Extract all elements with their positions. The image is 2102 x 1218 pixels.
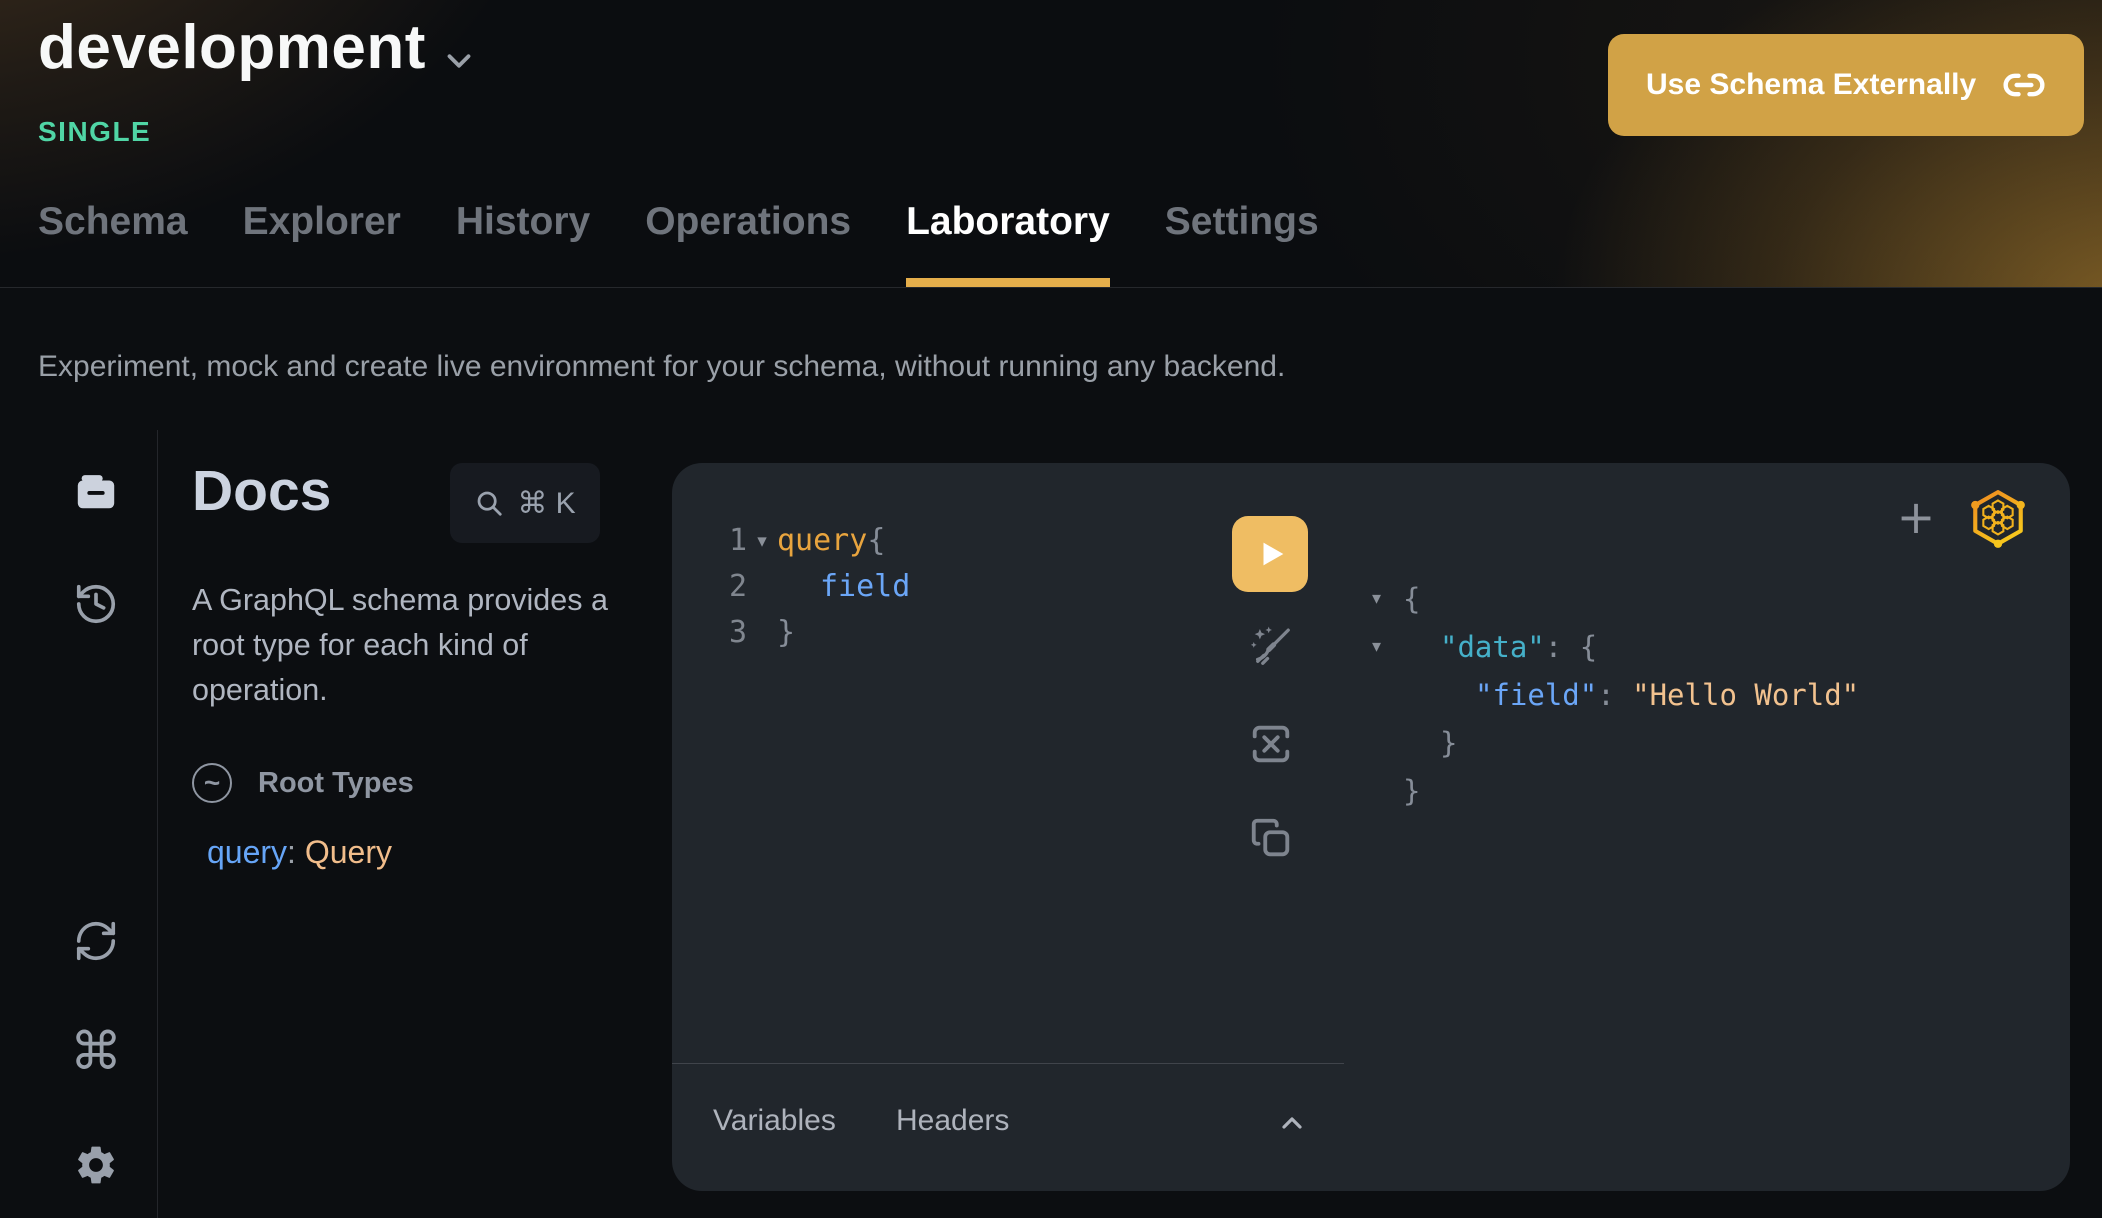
query-line-2: 2 field — [672, 564, 910, 610]
use-schema-externally-button[interactable]: Use Schema Externally — [1608, 34, 2084, 136]
settings-button[interactable] — [73, 1142, 119, 1188]
response-line-5: } — [1372, 767, 1859, 815]
copy-query-button[interactable] — [1248, 815, 1294, 861]
copy-icon — [1248, 815, 1294, 861]
root-field-name: query — [207, 834, 287, 870]
add-tab-button[interactable]: + — [1894, 489, 1938, 545]
play-icon — [1255, 537, 1289, 571]
tab-settings[interactable]: Settings — [1165, 194, 1319, 287]
refresh-icon — [73, 918, 119, 964]
root-types-section: ~ Root Types — [192, 763, 414, 803]
response-line-4: } — [1372, 719, 1859, 767]
tab-headers[interactable]: Headers — [896, 1104, 1009, 1138]
refresh-schema-button[interactable] — [73, 918, 119, 964]
use-schema-externally-label: Use Schema Externally — [1646, 68, 1976, 102]
tab-schema[interactable]: Schema — [38, 194, 188, 287]
root-type-query-link[interactable]: query: Query — [207, 834, 392, 871]
tab-variables[interactable]: Variables — [713, 1104, 836, 1138]
execute-query-button[interactable] — [1232, 516, 1308, 592]
docs-book-icon — [73, 469, 119, 515]
response-line-3: "field": "Hello World" — [1372, 671, 1859, 719]
query-line-3: 3 } — [672, 610, 910, 656]
response-line-2: ▾ "data": { — [1372, 623, 1859, 671]
response-viewer: ▾ { ▾ "data": { "field": "Hello World" }… — [1372, 575, 1859, 815]
history-icon — [73, 581, 119, 627]
graphiql-editor-card: 1 ▾ query{ 2 field 3 } — [672, 463, 2070, 1191]
command-icon: ⌘ — [70, 1029, 122, 1075]
prettify-sparkle-brush-icon — [1248, 624, 1294, 670]
docs-plugin-button[interactable] — [73, 469, 119, 515]
hive-logo-icon[interactable] — [1970, 488, 2026, 550]
single-badge: SINGLE — [38, 116, 151, 148]
merge-icon — [1248, 721, 1294, 767]
line-number: 2 — [672, 564, 747, 610]
docs-search-button[interactable]: ⌘ K — [450, 463, 600, 543]
chevron-down-icon[interactable] — [440, 42, 478, 80]
merge-fragments-button[interactable] — [1248, 721, 1294, 767]
query-editor[interactable]: 1 ▾ query{ 2 field 3 } — [672, 518, 910, 656]
fold-arrow-icon[interactable]: ▾ — [1372, 575, 1403, 623]
link-icon — [2002, 63, 2046, 107]
query-line-1: 1 ▾ query{ — [672, 518, 910, 564]
response-line-1: ▾ { — [1372, 575, 1859, 623]
gear-icon — [73, 1142, 119, 1188]
fold-arrow-icon[interactable]: ▾ — [747, 518, 777, 564]
tab-explorer[interactable]: Explorer — [243, 194, 401, 287]
plus-icon: + — [1897, 490, 1936, 544]
shortcuts-button[interactable]: ⌘ — [73, 1029, 119, 1075]
chevron-up-icon[interactable] — [1276, 1107, 1308, 1139]
target-name-title[interactable]: development — [38, 12, 426, 83]
page-header: development SINGLE Use Schema Externally… — [0, 0, 2102, 288]
tab-operations[interactable]: Operations — [645, 194, 851, 287]
search-icon — [474, 488, 504, 518]
docs-intro-text: A GraphQL schema provides a root type fo… — [192, 578, 637, 713]
tab-laboratory[interactable]: Laboratory — [906, 194, 1110, 287]
prettify-query-button[interactable] — [1248, 624, 1294, 670]
root-type-name[interactable]: Query — [305, 834, 392, 870]
laboratory-page: development SINGLE Use Schema Externally… — [0, 0, 2102, 1218]
root-types-icon: ~ — [192, 763, 232, 803]
tab-history[interactable]: History — [456, 194, 590, 287]
search-shortcut-label: ⌘ K — [517, 486, 575, 521]
history-plugin-button[interactable] — [73, 581, 119, 627]
editor-footer-divider — [672, 1063, 1344, 1064]
sidebar-divider — [157, 430, 158, 1218]
root-types-label: Root Types — [258, 767, 414, 800]
line-number: 1 — [672, 518, 747, 564]
laboratory-description: Experiment, mock and create live environ… — [38, 350, 1285, 384]
docs-panel-title: Docs — [192, 458, 331, 524]
line-number: 3 — [672, 610, 747, 656]
target-nav-tabs: Schema Explorer History Operations Labor… — [38, 194, 1319, 287]
fold-arrow-icon[interactable]: ▾ — [1372, 623, 1403, 671]
